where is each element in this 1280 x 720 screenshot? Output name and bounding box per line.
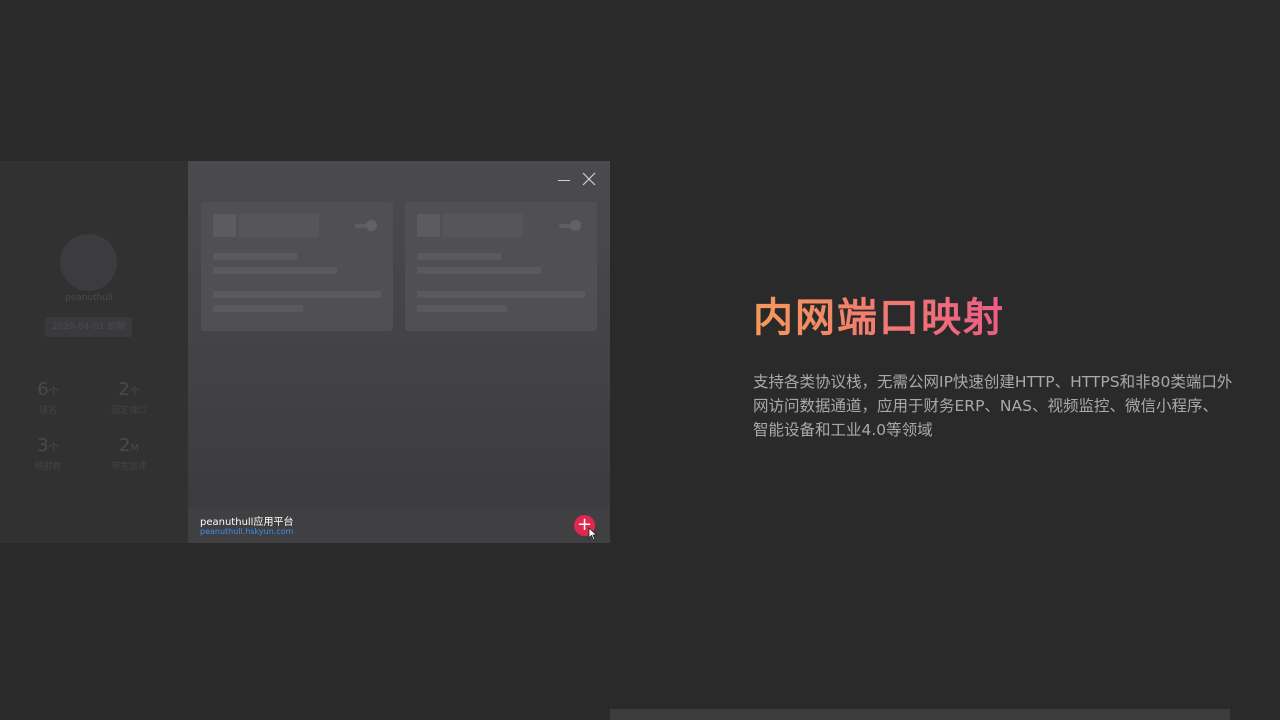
- card-toggle-knob[interactable]: [366, 220, 377, 231]
- stat-unit: 个: [48, 443, 59, 454]
- stat-unit: 个: [129, 387, 140, 398]
- app-footer: peanuthull应用平台 peanuthull.hskyun.com +: [188, 507, 610, 543]
- stat-value: 6: [37, 379, 49, 400]
- next-section-edge: [610, 709, 1230, 720]
- card-icon-placeholder: [213, 214, 236, 237]
- mapping-card-placeholder[interactable]: [405, 202, 597, 331]
- card-line-placeholder: [417, 305, 507, 312]
- close-icon: [582, 172, 596, 186]
- minimize-button[interactable]: [556, 172, 572, 188]
- card-toggle-knob[interactable]: [570, 220, 581, 231]
- stat-value: 3: [37, 435, 49, 456]
- platform-title: peanuthull应用平台: [200, 517, 294, 528]
- stat-value: 2: [118, 379, 130, 400]
- expiry-badge: 2020-04-01 到期: [45, 317, 132, 337]
- stat-unit: 个: [48, 387, 59, 398]
- card-line-placeholder: [417, 291, 585, 298]
- card-icon-placeholder: [417, 214, 440, 237]
- stat-value: 2: [118, 435, 131, 456]
- platform-url-link[interactable]: peanuthull.hskyun.com: [200, 527, 293, 536]
- close-button[interactable]: [581, 172, 597, 188]
- stat-label: 域名: [38, 406, 57, 416]
- card-line-placeholder: [417, 267, 541, 274]
- username: peanuthull: [64, 293, 114, 303]
- stat-domains: 6个 域名: [13, 379, 83, 417]
- app-window-mockup: peanuthull 2020-04-01 到期 6个 域名 2个 固定端口 3…: [0, 161, 610, 543]
- mapping-card-placeholder[interactable]: [201, 202, 393, 331]
- avatar: [60, 234, 117, 291]
- feature-description: 支持各类协议栈，无需公网IP快速创建HTTP、HTTPS和非80类端口外网访问数…: [753, 373, 1233, 439]
- mouse-cursor-icon: [588, 527, 598, 541]
- feature-title: 内网端口映射: [753, 295, 1005, 341]
- card-line-placeholder: [213, 253, 297, 260]
- stat-unit: M: [130, 443, 140, 454]
- stat-fixed-ports: 2个 固定端口: [94, 379, 164, 417]
- card-line-placeholder: [213, 291, 381, 298]
- minimize-icon: [558, 180, 570, 181]
- card-line-placeholder: [213, 305, 303, 312]
- stat-bandwidth: 2M 带宽加速: [94, 435, 164, 473]
- stat-mappings: 3个 映射数: [13, 435, 83, 473]
- slide: peanuthull 2020-04-01 到期 6个 域名 2个 固定端口 3…: [0, 0, 1280, 720]
- stat-label: 映射数: [34, 462, 62, 472]
- sidebar: peanuthull 2020-04-01 到期 6个 域名 2个 固定端口 3…: [0, 161, 188, 543]
- stat-label: 带宽加速: [110, 462, 147, 472]
- main-content: peanuthull应用平台 peanuthull.hskyun.com +: [188, 161, 610, 543]
- card-line-placeholder: [213, 267, 337, 274]
- stat-label: 固定端口: [110, 406, 147, 416]
- card-title-placeholder: [239, 214, 319, 237]
- card-line-placeholder: [417, 253, 501, 260]
- card-title-placeholder: [443, 214, 523, 237]
